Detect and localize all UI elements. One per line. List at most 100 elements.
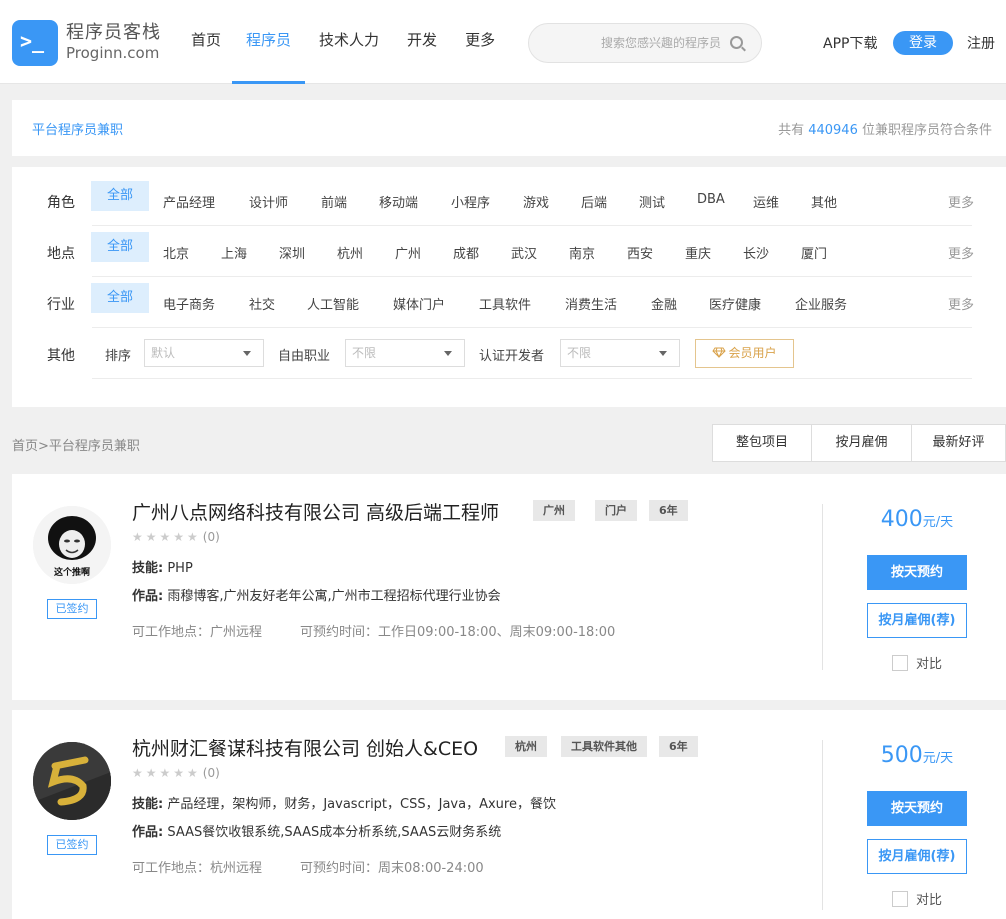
filter-industry-option[interactable]: 消费生活	[565, 294, 617, 313]
filter-location-option[interactable]: 长沙	[743, 243, 769, 262]
filter-role-option[interactable]: 其他	[811, 192, 837, 211]
filter-role-option[interactable]: 后端	[581, 192, 607, 211]
freelance-select-value: 不限	[352, 346, 377, 360]
skills-value: 产品经理，架构师，财务，Javascript，CSS，Java，Axure，餐饮	[167, 797, 556, 812]
filter-industry-option[interactable]: 企业服务	[795, 294, 847, 313]
certified-select[interactable]: 不限	[560, 339, 680, 367]
filter-location-option[interactable]: 南京	[569, 243, 595, 262]
price: 400元/天	[867, 507, 967, 532]
filter-industry-option[interactable]: 媒体门户	[393, 294, 445, 313]
filter-role-option[interactable]: 产品经理	[163, 192, 215, 211]
work-location: 可工作地点：杭州远程	[132, 861, 263, 876]
work-location: 可工作地点：广州远程	[132, 625, 263, 640]
compare-checkbox[interactable]: 对比	[892, 653, 942, 672]
filter-industry-all[interactable]: 全部	[91, 283, 149, 313]
filter-location-option[interactable]: 重庆	[685, 243, 711, 262]
filter-role-option[interactable]: 游戏	[523, 192, 549, 211]
result-count-suffix: 位兼职程序员符合条件	[857, 123, 992, 138]
filter-role-option[interactable]: 测试	[639, 192, 665, 211]
filter-role-option[interactable]: DBA	[697, 192, 725, 207]
works-value: SAAS餐饮收银系统,SAAS成本分析系统,SAAS云财务系统	[167, 825, 502, 840]
freelance-select[interactable]: 不限	[345, 339, 465, 367]
login-button[interactable]: 登录	[893, 31, 953, 55]
book-by-day-button[interactable]: 按天预约	[867, 555, 967, 590]
available-time: 可预约时间：工作日09:00-18:00、周末09:00-18:00	[300, 625, 616, 640]
filter-industry-option[interactable]: 社交	[249, 294, 275, 313]
book-by-day-button[interactable]: 按天预约	[867, 791, 967, 826]
sort-select[interactable]: 默认	[144, 339, 264, 367]
filter-role-option[interactable]: 小程序	[451, 192, 490, 211]
sort-tab-newest-review[interactable]: 最新好评	[912, 424, 1006, 462]
hire-monthly-button[interactable]: 按月雇佣(荐)	[867, 603, 967, 638]
filter-location-option[interactable]: 武汉	[511, 243, 537, 262]
price: 500元/天	[867, 743, 967, 768]
filter-role-option[interactable]: 移动端	[379, 192, 418, 211]
nav-home[interactable]: 首页	[180, 0, 232, 84]
tag-list: 杭州 工具软件其他 6年	[505, 736, 710, 757]
filter-label-location: 地点	[47, 246, 75, 262]
filter-location-option[interactable]: 广州	[395, 243, 421, 262]
register-link[interactable]: 注册	[967, 33, 995, 53]
filter-role-option[interactable]: 前端	[321, 192, 347, 211]
card-title[interactable]: 广州八点网络科技有限公司 高级后端工程师	[132, 498, 499, 525]
works: 作品: 雨穆博客,广州友好老年公寓,广州市工程招标代理行业协会	[132, 585, 501, 604]
nav-tech-staffing[interactable]: 技术人力	[305, 0, 393, 84]
chevron-down-icon	[243, 351, 251, 356]
filter-industry-option[interactable]: 人工智能	[307, 294, 359, 313]
diamond-icon	[712, 347, 727, 359]
filter-industry-option[interactable]: 工具软件	[479, 294, 531, 313]
filter-location-option[interactable]: 北京	[163, 243, 189, 262]
filter-role-all[interactable]: 全部	[91, 181, 149, 211]
nav-more[interactable]: 更多	[451, 0, 509, 84]
programmer-card[interactable]: 这个推啊 已签约 广州八点网络科技有限公司 高级后端工程师 广州 门户 6年 ★…	[12, 474, 1006, 700]
card-title[interactable]: 杭州财汇餐谋科技有限公司 创始人&CEO	[132, 734, 478, 761]
filter-role-more[interactable]: 更多	[948, 192, 974, 211]
vip-filter-button[interactable]: 会员用户	[695, 339, 794, 368]
nav-programmer[interactable]: 程序员	[232, 0, 306, 84]
filter-location-option[interactable]: 上海	[221, 243, 247, 262]
rating: ★★★★★ (0)	[132, 530, 220, 544]
filter-location-option[interactable]: 西安	[627, 243, 653, 262]
filter-row-role: 角色 全部 产品经理 设计师 前端 移动端 小程序 游戏 后端 测试 DBA 运…	[12, 175, 1006, 226]
filter-location-option[interactable]: 杭州	[337, 243, 363, 262]
avatar[interactable]: 这个推啊	[33, 506, 111, 584]
filter-industry-option[interactable]: 医疗健康	[709, 294, 761, 313]
filter-location-all[interactable]: 全部	[91, 232, 149, 262]
price-value: 500	[880, 743, 923, 768]
app-download-link[interactable]: APP下载	[823, 33, 877, 53]
filter-location-option[interactable]: 深圳	[279, 243, 305, 262]
programmer-card[interactable]: 已签约 杭州财汇餐谋科技有限公司 创始人&CEO 杭州 工具软件其他 6年 ★★…	[12, 710, 1006, 919]
filter-label-industry: 行业	[47, 297, 75, 313]
search-input[interactable]	[545, 24, 721, 62]
sort-label: 排序	[105, 349, 132, 364]
filter-location-option[interactable]: 厦门	[801, 243, 827, 262]
sort-tab-package[interactable]: 整包项目	[712, 424, 812, 462]
search-icon[interactable]	[730, 36, 743, 49]
sort-tab-monthly[interactable]: 按月雇佣	[812, 424, 912, 462]
checkbox-icon[interactable]	[892, 891, 908, 907]
skills-label: 技能:	[132, 797, 164, 812]
filter-location-option[interactable]: 成都	[453, 243, 479, 262]
compare-label: 对比	[916, 657, 943, 672]
hire-monthly-button[interactable]: 按月雇佣(荐)	[867, 839, 967, 874]
filter-role-option[interactable]: 运维	[753, 192, 779, 211]
compare-checkbox[interactable]: 对比	[892, 889, 942, 908]
star-icons: ★★★★★	[132, 766, 201, 780]
chevron-down-icon	[659, 351, 667, 356]
tag-city: 广州	[533, 500, 575, 521]
filter-industry-option[interactable]: 金融	[651, 294, 677, 313]
avatar[interactable]	[33, 742, 111, 820]
checkbox-icon[interactable]	[892, 655, 908, 671]
main-nav: 首页 程序员 技术人力 开发 更多	[180, 0, 509, 84]
sort-select-value: 默认	[151, 346, 176, 360]
section-title[interactable]: 平台程序员兼职	[32, 119, 123, 138]
filter-industry-more[interactable]: 更多	[948, 294, 974, 313]
filter-location-more[interactable]: 更多	[948, 243, 974, 262]
availability: 可工作地点：广州远程 可预约时间：工作日09:00-18:00、周末09:00-1…	[132, 621, 615, 640]
filter-role-option[interactable]: 设计师	[249, 192, 288, 211]
nav-develop[interactable]: 开发	[393, 0, 451, 84]
filter-industry-option[interactable]: 电子商务	[163, 294, 215, 313]
logo-icon[interactable]: >_	[12, 20, 58, 66]
breadcrumb[interactable]: 首页>平台程序员兼职	[12, 435, 140, 454]
logo[interactable]: 程序员客栈 Proginn.com	[66, 22, 161, 62]
